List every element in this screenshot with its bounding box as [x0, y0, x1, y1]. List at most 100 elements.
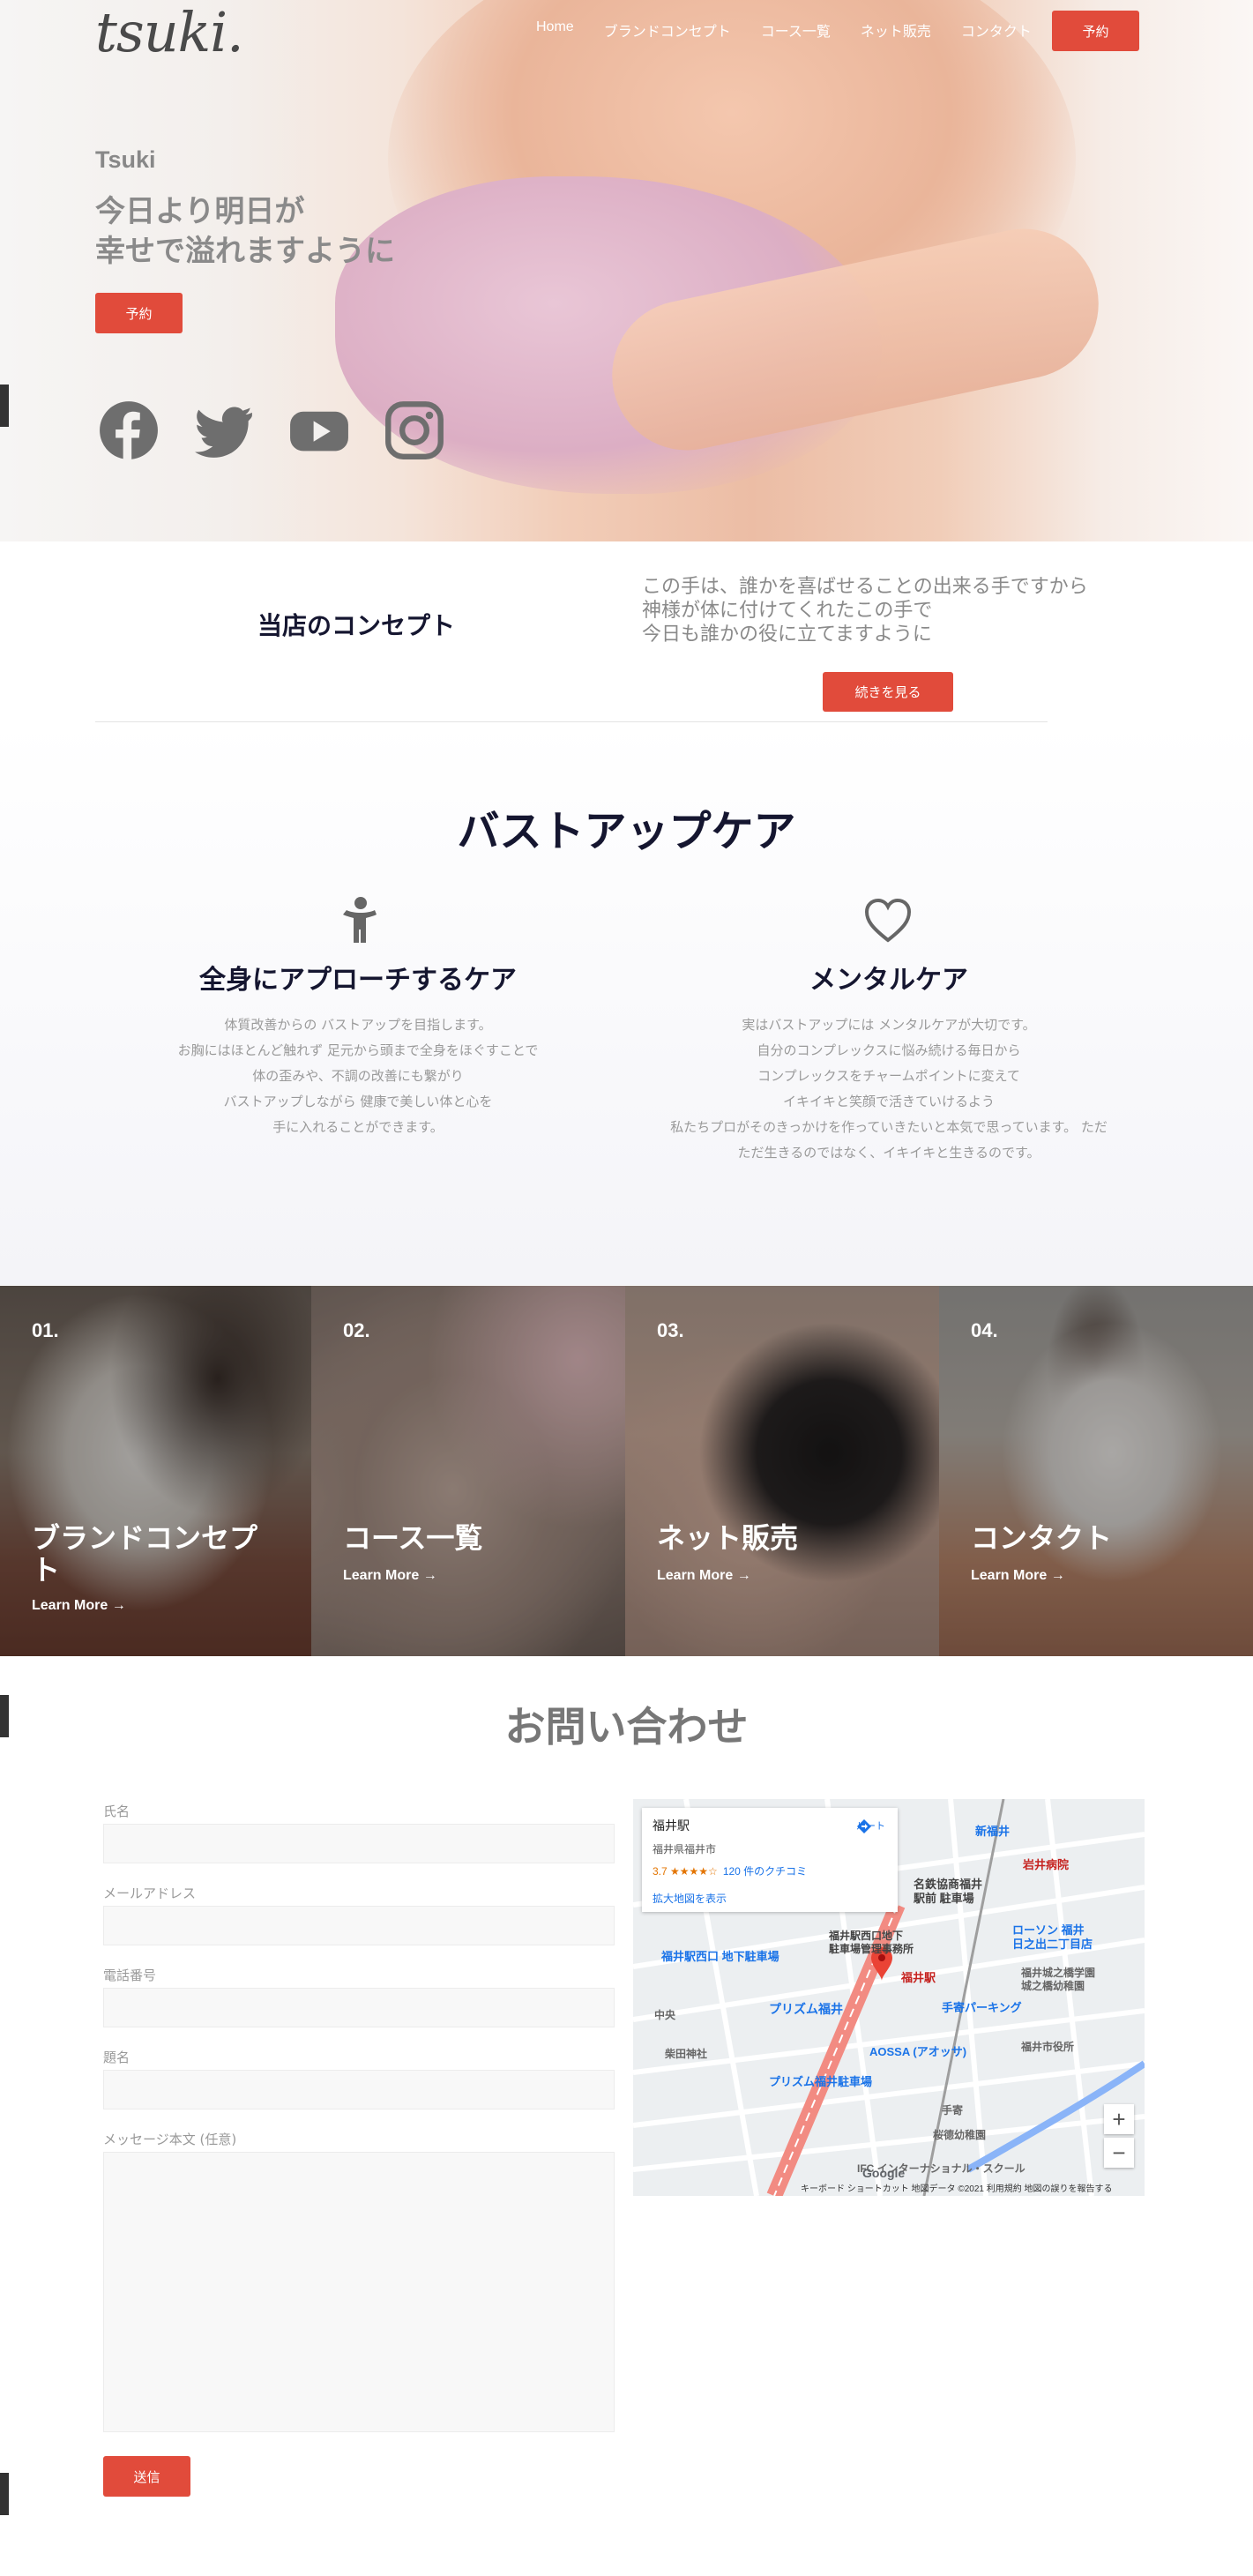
panel-title-line: ト	[32, 1553, 61, 1587]
concept-text: この手は、誰かを喜ばせることの出来る手ですから 神様が体に付けてくれたこの手で …	[642, 575, 1088, 646]
panel-learn-more[interactable]: Learn More →	[657, 1568, 751, 1584]
care-left-title: 全身にアプローチするケア	[199, 965, 517, 996]
concept-text-line: 今日も誰かの役に立てますように	[642, 623, 932, 646]
side-toggle-tab[interactable]	[0, 385, 9, 427]
panel-number: 04.	[971, 1319, 998, 1341]
care-right-title: メンタルケア	[809, 965, 968, 996]
panel-online-shop[interactable]: 03. ネット販売 Learn More →	[625, 1286, 939, 1656]
panel-learn-more[interactable]: Learn More →	[32, 1598, 126, 1614]
concept-text-line: 神様が体に付けてくれたこの手で	[642, 600, 933, 622]
directions-icon	[857, 1819, 871, 1833]
nav-contact[interactable]: コンタクト	[961, 19, 1032, 41]
map-label: 新福井	[975, 1825, 1011, 1838]
instagram-icon[interactable]	[384, 400, 444, 460]
nav-online-shop[interactable]: ネット販売	[861, 19, 931, 41]
care-left-line: 手に入れることができます。	[272, 1119, 444, 1135]
panel-number: 01.	[32, 1319, 59, 1341]
subject-label: 題名	[103, 2050, 131, 2065]
map-place-name: 福井駅	[653, 1818, 690, 1833]
hero-brand: Tsuki	[95, 146, 156, 173]
care-right-line: 私たちプロがそのきっかけを作っていきたいと本気で思っています。 ただ	[670, 1119, 1108, 1135]
map-label: プリズム福井駐車場	[769, 2075, 873, 2088]
care-left-line: バストアップしながら 健康で美しい体と心を	[223, 1094, 493, 1109]
person-icon	[343, 897, 377, 943]
panel-learn-more[interactable]: Learn More →	[343, 1568, 437, 1584]
map-label: AOSSA (アオッサ)	[869, 2045, 967, 2058]
panel-title: ネット販売	[657, 1521, 799, 1555]
map-zoom-out-button[interactable]: −	[1104, 2138, 1134, 2168]
map-larger-link[interactable]: 拡大地図を表示	[653, 1891, 887, 1906]
map-label: 岩井病院	[1023, 1858, 1070, 1871]
panel-brand-concept[interactable]: 01. ブランドコンセプ ト Learn More →	[0, 1286, 311, 1656]
site-logo[interactable]: tsuki.	[95, 0, 244, 64]
map-label: 手寄パーキング	[942, 2001, 1022, 2014]
nav-brand-concept[interactable]: ブランドコンセプト	[604, 19, 731, 41]
panel-title: コンタクト	[971, 1521, 1113, 1555]
facebook-icon[interactable]	[99, 400, 159, 460]
nav-home[interactable]: Home	[536, 19, 574, 41]
map-place-address: 福井県福井市	[653, 1843, 717, 1855]
nav-courses[interactable]: コース一覧	[761, 19, 831, 41]
subject-field[interactable]	[103, 2070, 615, 2109]
map-label: 駅前 駐車場	[914, 1892, 974, 1905]
hero-title-line2: 幸せで溢れますように	[95, 234, 395, 269]
map-label: 中央	[654, 2009, 676, 2021]
heart-icon	[864, 898, 912, 943]
map-rating: 3.7 ★★★★☆ 120 件のクチコミ	[653, 1863, 887, 1878]
google-logo: Google	[862, 2166, 906, 2180]
map-label: プリズム福井	[769, 2002, 843, 2016]
map-label: 福井駅西口 地下駐車場	[661, 1950, 779, 1963]
name-label: 氏名	[103, 1803, 131, 1819]
hero-title: 今日より明日が 幸せで溢れますように	[95, 192, 395, 272]
care-left-line: 体の歪みや、不調の改善にも繋がり	[252, 1068, 464, 1084]
name-field[interactable]	[103, 1824, 615, 1863]
map-label: 福井駅	[901, 1971, 936, 1984]
panel-title: ブランドコンセプ ト	[32, 1522, 257, 1586]
main-nav: Home ブランドコンセプト コース一覧 ネット販売 コンタクト	[536, 19, 1062, 41]
care-right-line: 自分のコンプレックスに悩み続ける毎日から	[757, 1042, 1021, 1058]
hero-title-line1: 今日より明日が	[95, 194, 305, 229]
contact-title: お問い合わせ	[504, 1703, 749, 1751]
nav-reserve-button[interactable]: 予約	[1052, 11, 1139, 51]
map-zoom-in-button[interactable]: +	[1104, 2104, 1134, 2134]
message-label: メッセージ本文 (任意)	[103, 2132, 237, 2147]
map-footer: キーボード ショートカット 地図データ ©2021 利用規約 地図の誤りを報告す…	[801, 2184, 1113, 2194]
map-label: 手寄	[942, 2104, 964, 2117]
email-label: メールアドレス	[103, 1885, 197, 1901]
message-textarea[interactable]	[103, 2152, 615, 2432]
social-links	[99, 400, 444, 460]
map-route-button[interactable]: ルート	[856, 1818, 885, 1833]
panel-title: コース一覧	[343, 1521, 483, 1555]
map-label: 城之橋幼稚園	[1021, 1980, 1085, 1992]
youtube-icon[interactable]	[289, 400, 349, 460]
side-toggle-tab[interactable]	[0, 2473, 9, 2515]
twitter-icon[interactable]	[194, 400, 254, 460]
panel-courses[interactable]: 02. コース一覧 Learn More →	[311, 1286, 625, 1656]
care-title: バストアップケア	[457, 807, 796, 856]
panel-number: 03.	[657, 1319, 684, 1341]
panel-title-line: ブランドコンセプ	[32, 1521, 258, 1555]
map-label: 駐車場管理事務所	[829, 1943, 914, 1955]
care-right-line: イキイキと笑顔で活きていけるよう	[782, 1094, 995, 1109]
google-map[interactable]: 福井駅 福井県福井市 3.7 ★★★★☆ 120 件のクチコミ 拡大地図を表示 ル…	[633, 1799, 1145, 2196]
panel-contact[interactable]: 04. コンタクト Learn More →	[939, 1286, 1253, 1656]
care-left-line: お胸にはほとんど触れず 足元から頭まで全身をほぐすことで	[177, 1042, 539, 1058]
map-reviews-link[interactable]: 120 件のクチコミ	[723, 1865, 807, 1878]
map-label: 福井市役所	[1021, 2041, 1075, 2053]
concept-more-button[interactable]: 続きを見る	[823, 672, 953, 712]
concept-title: 当店のコンセプト	[257, 611, 456, 640]
care-right-line: ただ生きるのではなく、イキイキと生きるのです。	[737, 1145, 1040, 1161]
map-rating-stars: 3.7 ★★★★☆	[653, 1865, 718, 1878]
map-label: 柴田神社	[665, 2048, 708, 2060]
hero-reserve-button[interactable]: 予約	[95, 293, 183, 333]
panel-learn-more[interactable]: Learn More →	[971, 1568, 1065, 1584]
map-label: 日之出二丁目店	[1012, 1938, 1093, 1951]
email-field[interactable]	[103, 1906, 615, 1945]
care-right-line: 実はバストアップには メンタルケアが大切です。	[742, 1017, 1036, 1033]
phone-label: 電話番号	[103, 1967, 157, 1983]
send-button[interactable]: 送信	[103, 2456, 190, 2497]
phone-field[interactable]	[103, 1988, 615, 2027]
panel-number: 02.	[343, 1319, 370, 1341]
map-label: 桜德幼稚園	[933, 2129, 987, 2141]
care-right-text: 実はバストアップには メンタルケアが大切です。 自分のコンプレックスに悩み続ける…	[626, 1012, 1152, 1166]
